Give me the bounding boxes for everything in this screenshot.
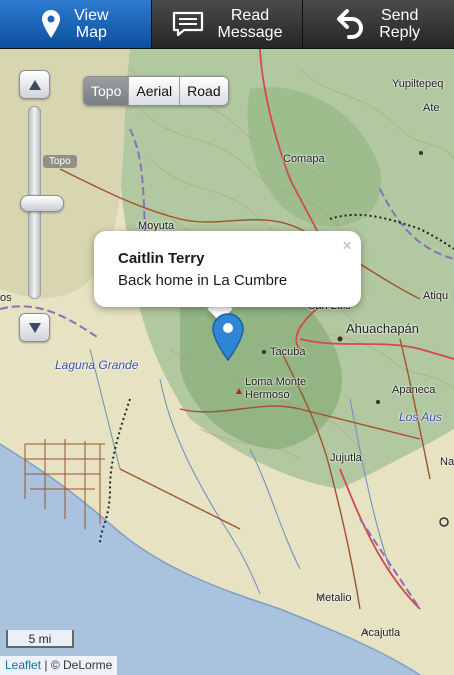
zoom-level-label: Topo <box>43 155 77 168</box>
layer-road-button[interactable]: Road <box>180 77 228 105</box>
map-marker-icon <box>212 313 244 362</box>
message-popup: Caitlin Terry Back home in La Cumbre × <box>94 231 361 307</box>
layer-aerial-button[interactable]: Aerial <box>129 77 181 105</box>
place-label: Atiqu <box>423 290 449 302</box>
place-label: Yupiltepeq <box>392 78 444 90</box>
attribution-text: | © DeLorme <box>44 658 113 672</box>
reply-arrow-icon <box>337 9 365 39</box>
place-label: Laguna Grande <box>55 358 139 372</box>
place-label: Tacuba <box>270 346 306 358</box>
map-pin-icon <box>42 10 61 38</box>
place-label: Ahuachapán <box>346 321 420 336</box>
triangle-up-icon <box>28 79 41 90</box>
place-label: os <box>0 292 12 304</box>
location-marker[interactable] <box>212 313 244 366</box>
place-label: Acajutla <box>361 627 401 639</box>
place-label: Loma Monte Hermoso <box>245 376 307 401</box>
map-attribution: Leaflet | © DeLorme <box>0 656 118 675</box>
place-label: Metalio <box>316 592 352 604</box>
zoom-slider-thumb[interactable] <box>20 195 64 212</box>
view-map-label: View Map <box>74 7 109 41</box>
popup-body: Back home in La Cumbre <box>118 272 288 289</box>
place-label: Los Aus <box>399 410 442 424</box>
close-icon[interactable]: × <box>342 236 352 256</box>
layer-switcher: Topo Aerial Road <box>83 76 229 106</box>
place-label: Ate <box>423 102 440 114</box>
place-label: Apaneca <box>392 384 436 396</box>
top-toolbar: View Map Read Message Send Reply <box>0 0 454 49</box>
zoom-out-button[interactable] <box>19 313 50 342</box>
send-reply-label: Send Reply <box>379 7 421 41</box>
zoom-in-button[interactable] <box>19 70 50 99</box>
message-icon <box>172 11 204 37</box>
read-message-button[interactable]: Read Message <box>152 0 304 48</box>
place-label: Na <box>440 456 454 468</box>
scale-bar: 5 mi <box>6 630 74 648</box>
place-label: Comapa <box>283 153 325 165</box>
read-message-label: Read Message <box>217 7 283 41</box>
send-reply-button[interactable]: Send Reply <box>303 0 454 48</box>
popup-title: Caitlin Terry <box>118 250 205 267</box>
layer-topo-button[interactable]: Topo <box>84 77 130 105</box>
view-map-button[interactable]: View Map <box>0 0 152 48</box>
leaflet-link[interactable]: Leaflet <box>5 658 41 672</box>
place-label: Jujutla <box>330 452 362 464</box>
triangle-down-icon <box>28 322 41 333</box>
